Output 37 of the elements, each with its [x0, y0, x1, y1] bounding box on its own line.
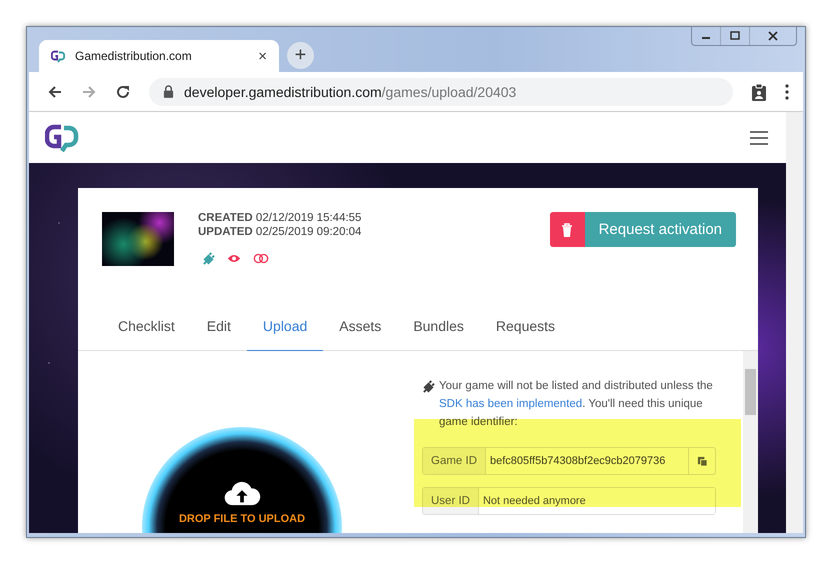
clipboard-icon[interactable]	[751, 82, 767, 100]
cloud-upload-icon	[223, 479, 261, 507]
page-tab[interactable]: Requests	[480, 304, 572, 351]
page-tab[interactable]: Assets	[323, 304, 398, 351]
plug-icon	[422, 380, 435, 393]
game-thumbnail	[102, 212, 174, 266]
maximize-icon	[729, 31, 741, 41]
more-menu-icon[interactable]	[785, 84, 789, 100]
new-tab-button[interactable]: +	[287, 42, 314, 69]
logo-icon[interactable]	[45, 122, 79, 152]
eye-icon	[227, 254, 241, 263]
scrollbar[interactable]	[743, 351, 758, 533]
page-scrollbar[interactable]	[786, 112, 803, 533]
created-date: CREATED 02/12/2019 15:44:55	[198, 212, 362, 224]
close-icon	[767, 31, 779, 41]
lock-icon	[163, 85, 174, 98]
url-text: developer.gamedistribution.com/games/upload/20403	[184, 84, 516, 100]
sdk-link[interactable]: SDK has been implemented	[439, 398, 582, 410]
delete-button[interactable]	[550, 212, 585, 247]
drop-zone-label: DROP FILE TO UPLOAD	[178, 513, 306, 525]
tab-title: Gamedistribution.com	[75, 49, 193, 63]
plug-icon	[202, 252, 215, 265]
tab-close-button[interactable]: ×	[258, 48, 267, 64]
logo-icon	[51, 49, 65, 63]
page-tab[interactable]: Bundles	[397, 304, 480, 351]
updated-date: UPDATED 02/25/2019 09:20:04	[198, 226, 362, 238]
upload-drop-zone[interactable]: DROP FILE TO UPLOAD	[142, 427, 342, 533]
rings-icon	[253, 253, 269, 264]
page-tab[interactable]: Edit	[190, 304, 247, 351]
page-tab[interactable]: Upload	[246, 304, 324, 351]
menu-icon[interactable]	[750, 130, 768, 144]
back-icon[interactable]	[47, 84, 63, 100]
page-tab[interactable]: Checklist	[102, 304, 191, 351]
reload-icon[interactable]	[115, 84, 131, 100]
browser-tab[interactable]: Gamedistribution.com ×	[39, 40, 279, 72]
trash-icon	[561, 222, 574, 236]
address-bar[interactable]: developer.gamedistribution.com/games/upload/20403	[149, 78, 733, 106]
